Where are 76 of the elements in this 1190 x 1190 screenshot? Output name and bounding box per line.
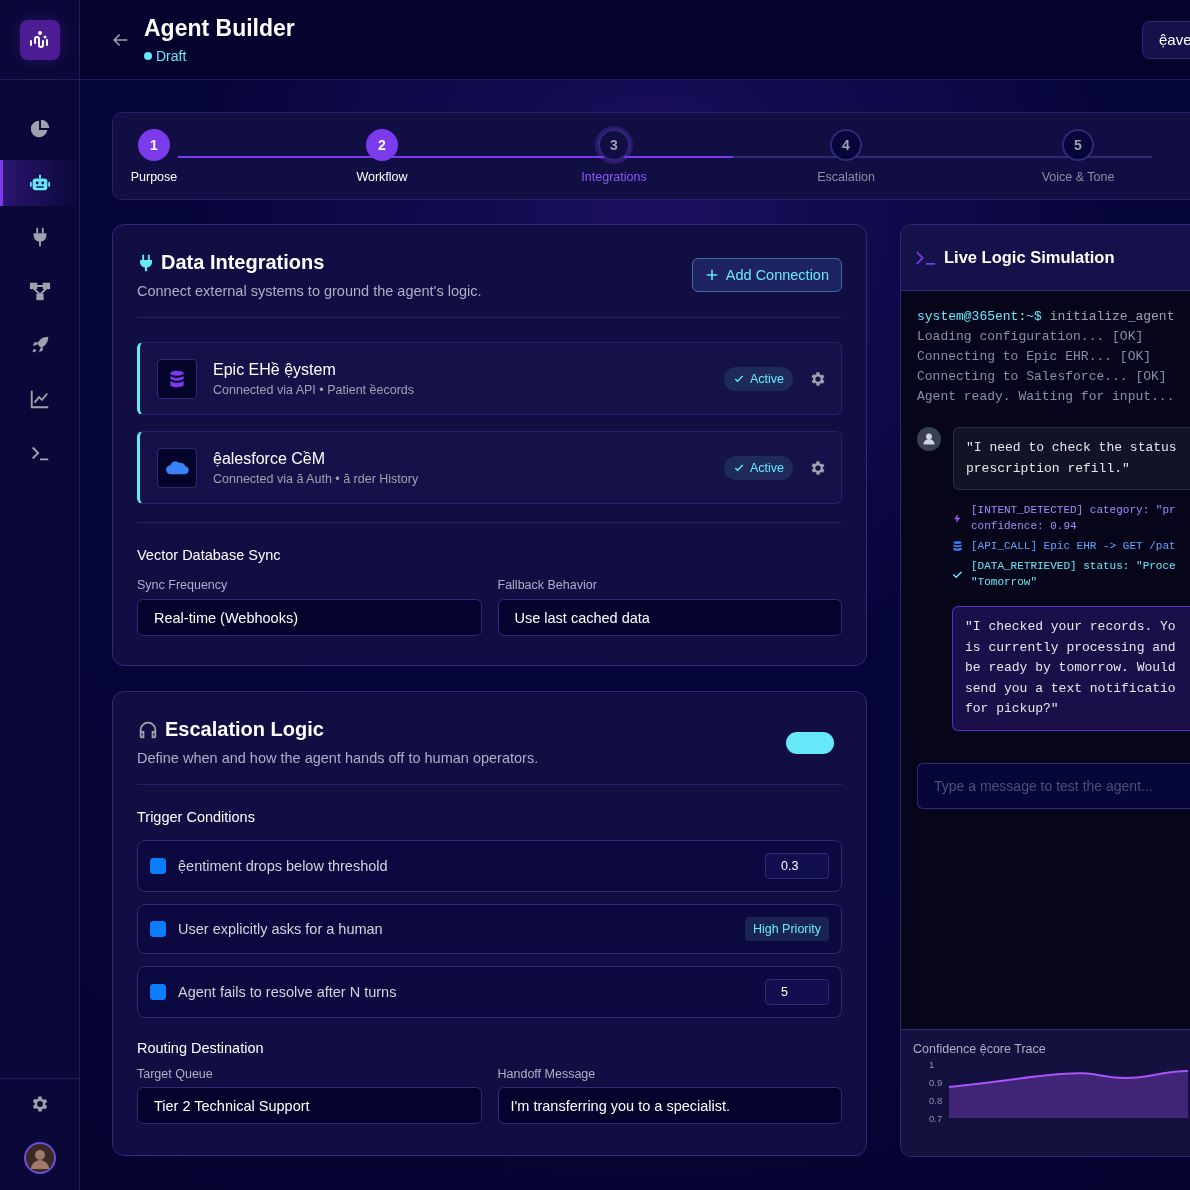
- status-dot-icon: [144, 52, 152, 60]
- value-field[interactable]: 0.3: [765, 853, 829, 879]
- step-label: Integrations: [581, 170, 647, 184]
- terminal-icon: [916, 250, 936, 265]
- avatar-icon[interactable]: [23, 1142, 56, 1174]
- section-title: Escalation Logic: [165, 718, 324, 741]
- trigger-label: Agent fails to resolve after N turns: [178, 984, 398, 1000]
- log-entry: [INTENT_DETECTED] category: "pr confidence: 0.94: [971, 503, 1176, 534]
- console-line: Connecting to Epic EHR... [OK]: [917, 348, 1153, 366]
- axis-label: 0.7: [929, 1112, 943, 1124]
- line-chart-icon: [28, 388, 51, 410]
- step-label: Escalation: [817, 170, 875, 184]
- settings-icon[interactable]: [809, 369, 827, 388]
- status-badge: Active: [723, 455, 793, 480]
- checkbox[interactable]: [150, 984, 166, 1000]
- console-line: Connecting to Salesforce... [OK]: [917, 368, 1168, 386]
- save-button[interactable]: ệave: [1142, 20, 1190, 59]
- axis-label: 0.8: [929, 1094, 943, 1106]
- user-message: "I need to check the status prescription refill.": [953, 427, 1190, 490]
- connection-name: Epic EHề ệystem: [213, 360, 337, 379]
- step-label: Workflow: [356, 170, 408, 184]
- chart-pie-icon: [28, 118, 51, 140]
- app-logo: [19, 19, 60, 60]
- checkbox[interactable]: [150, 921, 166, 937]
- value-field[interactable]: 5: [765, 979, 829, 1005]
- section-subtitle: Connect external systems to ground the agent's logic.: [137, 283, 482, 299]
- status-badge: Active: [723, 366, 793, 391]
- page-title: Agent Builder: [144, 15, 295, 42]
- cloud-icon: [165, 459, 189, 476]
- field-label: Handoff Message: [497, 1067, 597, 1081]
- message-input[interactable]: Type a message to test the agent...: [917, 762, 1190, 809]
- subsection-title: Vector Database Sync: [137, 547, 282, 563]
- add-connection-button[interactable]: Add Connection: [691, 258, 842, 292]
- section-title: Data Integrations: [161, 251, 325, 274]
- console-line: Loading configuration... [OK]: [917, 328, 1145, 346]
- log-entry: [DATA_RETRIEVED] status: "Proce "Tomorrow": [971, 559, 1176, 590]
- connection-detail: Connected via ă Auth • ă rder History: [213, 471, 420, 486]
- step-circle[interactable]: 1: [138, 129, 170, 161]
- field-label: Sync Frequency: [137, 578, 229, 592]
- select-field[interactable]: Use last cached data: [497, 599, 842, 636]
- step-circle[interactable]: 3: [598, 129, 630, 161]
- axis-label: 1: [929, 1058, 935, 1070]
- field-label: Target Queue: [137, 1067, 214, 1081]
- section-subtitle: Define when and how the agent hands off to human operators.: [137, 750, 539, 766]
- trigger-label: User explicitly asks for a human: [178, 921, 384, 937]
- step-circle[interactable]: 2: [366, 129, 398, 161]
- user-avatar-icon: [917, 427, 941, 451]
- trigger-label: ệentiment drops below threshold: [178, 858, 389, 874]
- console-line: system@365ent:~$ initialize_agent: [917, 308, 1176, 326]
- connection-name: ệalesforce CềM: [213, 449, 327, 468]
- chart-title: Confidence ệcore Trace: [913, 1042, 1047, 1056]
- panel-title: Live Logic Simulation: [944, 248, 1115, 267]
- input-field[interactable]: Tier 2 Technical Support: [137, 1087, 482, 1124]
- priority-badge: High Priority: [744, 917, 829, 941]
- step-label: Voice & Tone: [1041, 170, 1115, 184]
- subsection-title: Routing Destination: [137, 1040, 265, 1056]
- console-line: Agent ready. Waiting for input...: [917, 388, 1176, 406]
- checkbox[interactable]: [150, 858, 166, 874]
- connection-detail: Connected via API • Patient ềecords: [213, 382, 416, 397]
- plus-icon: [704, 268, 719, 282]
- field-label: Fallback Behavior: [497, 578, 598, 592]
- toggle-switch[interactable]: [786, 732, 834, 754]
- step-circle[interactable]: 5: [1062, 129, 1094, 161]
- step-label: Purpose: [130, 170, 178, 184]
- network-icon: [28, 280, 51, 302]
- database-icon: [167, 368, 187, 389]
- log-entry: [API_CALL] Epic EHR -> GET /pat: [971, 539, 1176, 554]
- database-icon: [952, 540, 963, 552]
- subsection-title: Trigger Conditions: [137, 809, 256, 825]
- status-label: Draft: [156, 48, 187, 64]
- axis-label: 0.9: [929, 1076, 943, 1088]
- input-field[interactable]: I'm transferring you to a specialist.: [497, 1087, 842, 1124]
- agent-message: "I checked your records. Yo is currently processing and be ready by tomorrow. Would send you a text notificatio for pickup?": [952, 606, 1190, 731]
- select-field[interactable]: Real-time (Webhooks): [137, 599, 482, 636]
- step-circle[interactable]: 4: [830, 129, 862, 161]
- settings-icon[interactable]: [809, 458, 827, 477]
